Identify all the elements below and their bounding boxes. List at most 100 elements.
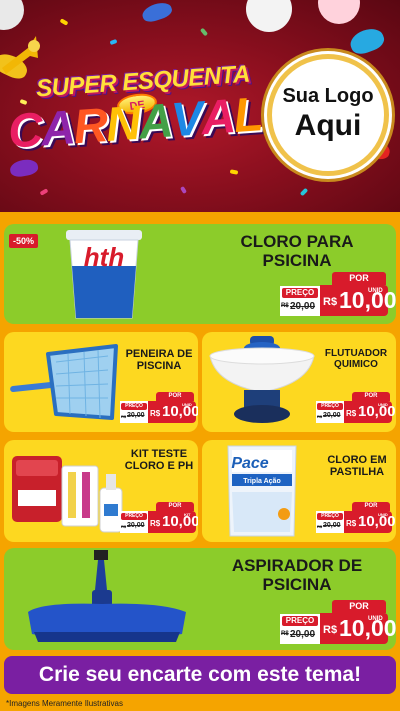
bag-subtitle-text: Tripla Ação — [243, 478, 280, 485]
price-tag: POR PREÇO R$ 20,00 R$ 10,00 UNID — [316, 502, 396, 534]
price-por-label: POR — [156, 502, 194, 511]
hth-brand-text: hth — [84, 242, 124, 272]
price-preco-label: PREÇO — [317, 403, 343, 410]
product-name: CLORO EM PASTILHA — [327, 454, 387, 479]
balloon-decoration — [246, 0, 292, 32]
price-preco-label: PREÇO — [282, 288, 318, 298]
confetti-decoration — [39, 188, 49, 196]
new-price-box: R$ 10,00 UNID — [320, 285, 396, 316]
old-price-prefix: R$ — [281, 631, 289, 637]
price-tag: POR PREÇO R$ 20,00 R$ 10,00 UNID — [316, 392, 396, 424]
logo-placeholder: Sua Logo Aqui — [267, 54, 389, 176]
product-name: ASPIRADOR DE PSICINA — [231, 556, 363, 595]
old-price: 20,00 — [290, 629, 316, 640]
confetti-decoration — [59, 18, 69, 26]
currency-label: R$ — [323, 296, 338, 308]
confetti-decoration — [229, 169, 239, 175]
new-price-box: R$ 10,00 UNID — [344, 511, 396, 533]
unit-label: KIT — [184, 512, 191, 517]
carnival-mask-icon — [347, 24, 387, 58]
product-name: CLORO PARA PSICINA — [240, 232, 354, 271]
pool-skimmer-net-icon — [10, 344, 118, 420]
product-card-cloro-em-pastilha[interactable]: Pace Tripla Ação CLORO EM PASTILHA POR P… — [202, 440, 396, 542]
pool-vacuum-head-icon — [28, 550, 186, 642]
create-flyer-button[interactable]: Crie seu encarte com este tema! — [4, 656, 396, 694]
pace-brand-text: Pace — [231, 455, 268, 472]
price-tag: POR PREÇO R$ 20,00 R$ 10,00 UNID — [280, 272, 396, 318]
price-tag: POR PREÇO R$ 20,00 R$ 10,00 UNID — [280, 600, 396, 646]
old-price-prefix: R$ — [317, 414, 323, 419]
unit-label: UNID — [378, 512, 388, 517]
title-letter: V — [169, 92, 204, 148]
old-price: 20,00 — [127, 522, 145, 529]
balloon-decoration — [318, 0, 360, 24]
product-card-aspirador-de-psicina[interactable]: ASPIRADOR DE PSICINA POR PREÇO R$ 20,00 … — [4, 548, 396, 650]
chemical-floater-icon — [209, 336, 315, 423]
trumpet-icon — [2, 36, 40, 74]
logo-line-1: Sua Logo — [282, 85, 374, 107]
product-name: FLUTUADOR QUIMICO — [324, 348, 388, 371]
product-name: KIT TESTE CLORO E PH — [124, 448, 194, 473]
discount-badge: -50% — [9, 234, 39, 248]
old-price-prefix: R$ — [121, 414, 127, 419]
confetti-decoration — [299, 187, 309, 197]
price-preco-label: PREÇO — [317, 513, 343, 520]
price-por-label: POR — [352, 392, 390, 401]
unit-label: UNID — [182, 402, 192, 407]
old-price-prefix: R$ — [281, 303, 289, 309]
title-letter: R — [71, 99, 108, 155]
price-por-label: POR — [332, 272, 386, 285]
product-card-flutuador-quimico[interactable]: FLUTUADOR QUIMICO POR PREÇO R$ 20,00 R$ … — [202, 332, 396, 432]
currency-label: R$ — [346, 519, 357, 528]
disclaimer-text: *Imagens Meramente Ilustrativas — [6, 699, 123, 708]
confetti-decoration — [109, 38, 118, 46]
title-letter: N — [104, 96, 141, 152]
new-price-box: R$ 10,00 UNID — [344, 401, 396, 423]
new-price: 10,00 — [358, 403, 396, 420]
balloon-decoration — [0, 0, 24, 30]
title-letter: A — [39, 101, 76, 157]
carnival-header-banner: SUPER ESQUENTA DE CARNAVAL Sua Logo Aqui — [0, 0, 400, 212]
product-name: PENEIRA DE PISCINA — [125, 348, 193, 373]
title-letter: A — [199, 90, 236, 146]
currency-label: R$ — [346, 409, 357, 418]
new-price-box: R$ 10,00 UNID — [148, 401, 198, 423]
price-preco-label: PREÇO — [121, 513, 147, 520]
title-letter: L — [231, 88, 263, 144]
carnival-mask-icon — [8, 157, 40, 179]
new-price: 10,00 — [162, 403, 198, 420]
title-letter: A — [136, 94, 174, 150]
price-tag: POR PREÇO R$ 20,00 R$ 10,00 KIT — [120, 502, 198, 534]
price-por-label: POR — [156, 392, 194, 401]
new-price: 10,00 — [162, 513, 198, 530]
old-price: 20,00 — [323, 522, 341, 529]
carnival-mask-icon — [140, 0, 174, 25]
unit-label: UNID — [368, 616, 383, 622]
new-price-box: R$ 10,00 UNID — [320, 613, 396, 644]
old-price: 20,00 — [290, 301, 316, 312]
price-por-label: POR — [352, 502, 390, 511]
new-price: 10,00 — [358, 513, 396, 530]
currency-label: R$ — [323, 624, 338, 636]
currency-label: R$ — [150, 519, 161, 528]
product-card-peneira-de-piscina[interactable]: PENEIRA DE PISCINA POR PREÇO R$ 20,00 R$… — [4, 332, 198, 432]
old-price-prefix: R$ — [317, 524, 323, 529]
new-price-box: R$ 10,00 KIT — [148, 511, 198, 533]
price-por-label: POR — [332, 600, 386, 613]
price-tag: POR PREÇO R$ 20,00 R$ 10,00 UNID — [120, 392, 198, 424]
confetti-decoration — [180, 185, 187, 195]
logo-line-2: Aqui — [294, 109, 362, 142]
old-price: 20,00 — [127, 412, 145, 419]
currency-label: R$ — [150, 409, 161, 418]
product-card-cloro-para-psicina[interactable]: -50% hth CLORO PARA PSICINA POR PREÇO R$… — [4, 224, 396, 324]
test-kit-icon — [12, 456, 123, 533]
unit-label: UNID — [368, 288, 383, 294]
old-price-prefix: R$ — [121, 524, 127, 529]
chlorine-tablet-bag-icon: Pace Tripla Ação — [227, 445, 297, 537]
product-card-kit-teste[interactable]: KIT TESTE CLORO E PH POR PREÇO R$ 20,00 … — [4, 440, 198, 542]
old-price: 20,00 — [323, 412, 341, 419]
hth-chlorine-bucket-icon: hth — [66, 230, 142, 319]
confetti-decoration — [199, 27, 209, 37]
unit-label: UNID — [378, 402, 388, 407]
price-preco-label: PREÇO — [121, 403, 147, 410]
